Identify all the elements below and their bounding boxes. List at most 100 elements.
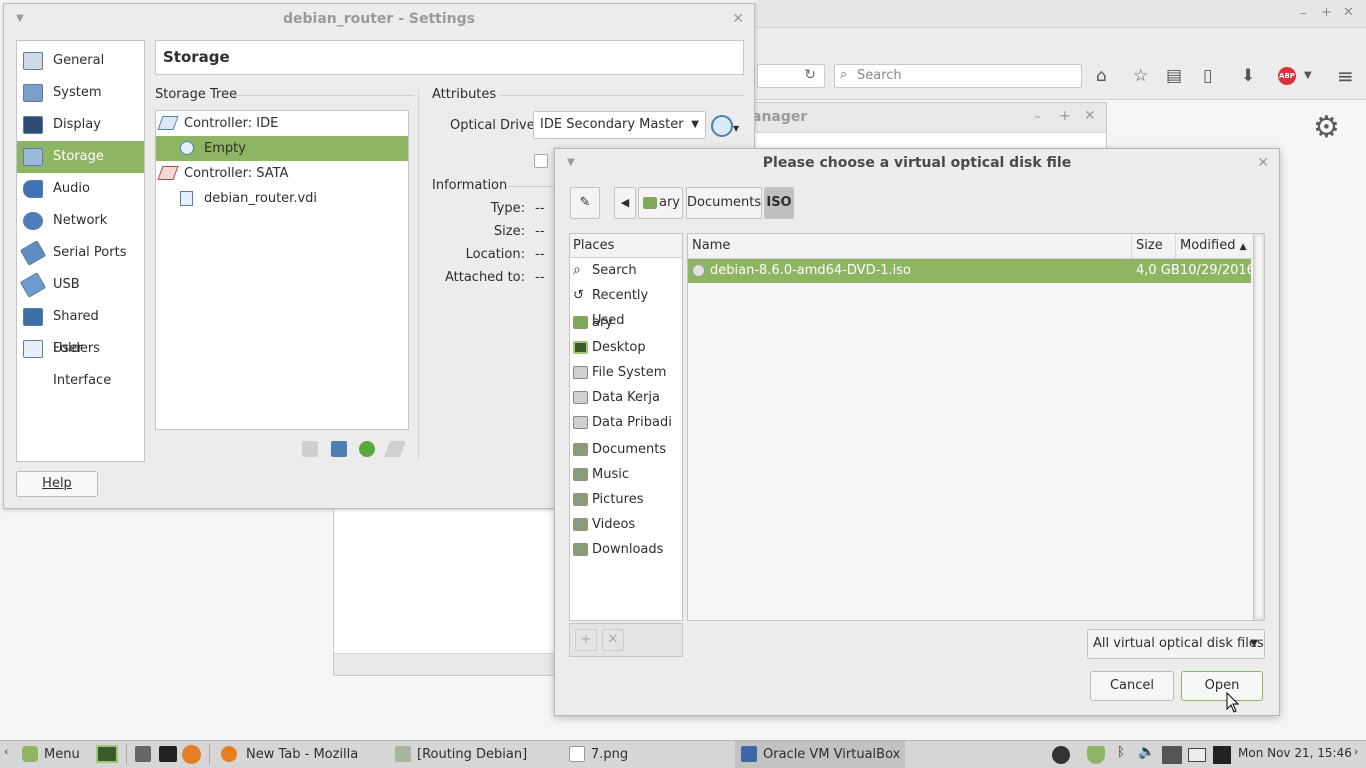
gear-icon[interactable]: ⚙	[1313, 110, 1340, 145]
tree-disk-vdi[interactable]: debian_router.vdi	[156, 186, 408, 211]
network-signal-icon[interactable]	[1162, 746, 1182, 764]
edit-location-button[interactable]: ✎	[570, 187, 600, 219]
category-user-interface[interactable]: User Interface	[17, 333, 144, 388]
tree-controller-ide[interactable]: Controller: IDE	[156, 111, 408, 136]
path-button-documents[interactable]: Documents	[686, 187, 762, 219]
add-controller-icon[interactable]	[302, 441, 318, 457]
place-data-pribadi[interactable]: Data Pribadi	[570, 410, 682, 435]
category-network[interactable]: Network	[17, 205, 144, 237]
choose-disk-icon[interactable]	[711, 115, 733, 137]
start-menu-button[interactable]: Menu	[16, 741, 94, 768]
path-button-ary[interactable]: ary	[638, 187, 683, 219]
hamburger-menu-icon[interactable]: ≡	[1337, 64, 1354, 88]
audio-player-tray-icon[interactable]	[1052, 746, 1070, 764]
chevron-left-icon[interactable]: ‹	[4, 745, 8, 758]
tree-controller-sata[interactable]: Controller: SATA	[156, 161, 408, 186]
divider	[209, 744, 210, 765]
live-cd-checkbox[interactable]	[534, 154, 548, 168]
path-button-iso[interactable]: ISO	[764, 187, 794, 219]
home-icon[interactable]: ⌂	[1096, 66, 1107, 86]
show-desktop-icon[interactable]	[96, 745, 118, 763]
place-pictures[interactable]: Pictures	[570, 487, 682, 512]
place-home[interactable]: ary	[570, 310, 682, 335]
download-icon[interactable]: ⬇	[1241, 66, 1255, 86]
place-recently-used[interactable]: ↺ Recently Used	[570, 283, 682, 328]
optical-drive-select[interactable]: IDE Secondary Master ▼	[533, 111, 706, 139]
adblock-icon[interactable]: ABP	[1278, 67, 1296, 85]
volume-icon[interactable]: 🔈	[1138, 744, 1155, 760]
terminal-launcher-icon[interactable]	[159, 746, 177, 762]
tree-optical-empty[interactable]: Empty	[156, 136, 408, 161]
window-menu-icon[interactable]: ▼	[16, 4, 24, 34]
bookmark-star-icon[interactable]: ☆	[1133, 66, 1148, 86]
maximize-icon[interactable]: +	[1059, 108, 1071, 124]
place-search[interactable]: ⌕ Search	[570, 258, 682, 283]
scrollbar-thumb[interactable]	[1256, 236, 1262, 618]
category-serial-ports[interactable]: Serial Ports	[17, 237, 144, 269]
file-list-scrollbar[interactable]	[1253, 233, 1265, 621]
update-manager-shield-icon[interactable]	[1087, 746, 1105, 764]
url-bar[interactable]: ↻	[757, 64, 825, 88]
chevron-down-icon[interactable]: ▼	[733, 124, 739, 133]
window-menu-icon[interactable]: ▼	[567, 149, 575, 177]
close-icon[interactable]: ✕	[1084, 108, 1096, 124]
settings-category-list: General System Display Storage Audio Net…	[16, 40, 145, 462]
places-toolbar: + ✕	[569, 623, 683, 657]
remove-bookmark-icon[interactable]: ✕	[602, 629, 624, 651]
add-bookmark-icon[interactable]: +	[575, 629, 597, 651]
file-row[interactable]: debian-8.6.0-amd64-DVD-1.iso 4,0 GB 10/2…	[688, 259, 1255, 283]
chevron-right-icon[interactable]: ›	[1354, 745, 1358, 758]
place-desktop[interactable]: Desktop	[570, 335, 682, 360]
cancel-button[interactable]: Cancel	[1090, 671, 1174, 701]
remove-controller-icon[interactable]	[331, 441, 347, 457]
place-data-kerja[interactable]: Data Kerja	[570, 385, 682, 410]
file-type-filter[interactable]: All virtual optical disk files ▼	[1087, 629, 1265, 659]
drive-icon	[573, 366, 588, 379]
clock[interactable]: Mon Nov 21, 15:46	[1238, 746, 1352, 760]
place-downloads[interactable]: Downloads	[570, 537, 682, 562]
place-file-system[interactable]: File System	[570, 360, 682, 385]
category-storage[interactable]: Storage	[17, 141, 144, 173]
place-music[interactable]: Music	[570, 462, 682, 487]
minimize-icon[interactable]: –	[1034, 109, 1041, 125]
task-virtualbox[interactable]: Oracle VM VirtualBox ...	[735, 741, 905, 768]
task-firefox[interactable]: New Tab - Mozilla Fire...	[215, 741, 385, 768]
place-documents[interactable]: Documents	[570, 437, 682, 462]
category-display[interactable]: Display	[17, 109, 144, 141]
firefox-search-input[interactable]: ⌕ Search	[834, 64, 1082, 88]
add-attachment-icon[interactable]	[359, 441, 375, 457]
category-system[interactable]: System	[17, 77, 144, 109]
monitor-icon	[23, 116, 43, 134]
close-icon[interactable]: ✕	[1343, 5, 1354, 20]
pocket-icon[interactable]: ▯	[1203, 66, 1212, 86]
battery-icon[interactable]	[1188, 748, 1206, 762]
bookmarks-menu-icon[interactable]: ▤	[1166, 66, 1182, 86]
column-name[interactable]: Name	[688, 234, 1132, 258]
column-size[interactable]: Size	[1132, 234, 1176, 258]
path-back-button[interactable]: ◀	[614, 187, 636, 219]
column-modified[interactable]: Modified ▲	[1176, 234, 1252, 258]
place-videos[interactable]: Videos	[570, 512, 682, 537]
file-manager-launcher-icon[interactable]	[135, 746, 151, 762]
bluetooth-icon[interactable]: ᛒ	[1117, 745, 1125, 760]
category-audio[interactable]: Audio	[17, 173, 144, 205]
adblock-dropdown-icon[interactable]: ▼	[1304, 70, 1312, 81]
firefox-launcher-icon[interactable]	[182, 745, 201, 764]
open-button[interactable]: Open	[1181, 671, 1263, 701]
category-usb[interactable]: USB	[17, 269, 144, 301]
music-folder-icon	[573, 468, 588, 481]
task-routing-debian[interactable]: [Routing Debian]	[389, 741, 549, 768]
reload-icon[interactable]: ↻	[804, 67, 816, 83]
category-general[interactable]: General	[17, 45, 144, 77]
close-icon[interactable]: ✕	[1257, 149, 1269, 177]
close-icon[interactable]: ✕	[732, 4, 744, 34]
system-monitor-icon[interactable]	[1213, 746, 1231, 764]
task-image-viewer[interactable]: 7.png	[563, 741, 723, 768]
minimize-icon[interactable]: –	[1300, 6, 1307, 21]
remove-attachment-icon[interactable]	[384, 441, 406, 457]
maximize-icon[interactable]: +	[1321, 5, 1332, 20]
dialog-titlebar: ▼ Please choose a virtual optical disk f…	[555, 149, 1279, 177]
category-shared-folders[interactable]: Shared Folders	[17, 301, 144, 356]
help-button[interactable]: Help	[16, 471, 98, 497]
optical-drive-value: IDE Secondary Master	[540, 117, 684, 132]
